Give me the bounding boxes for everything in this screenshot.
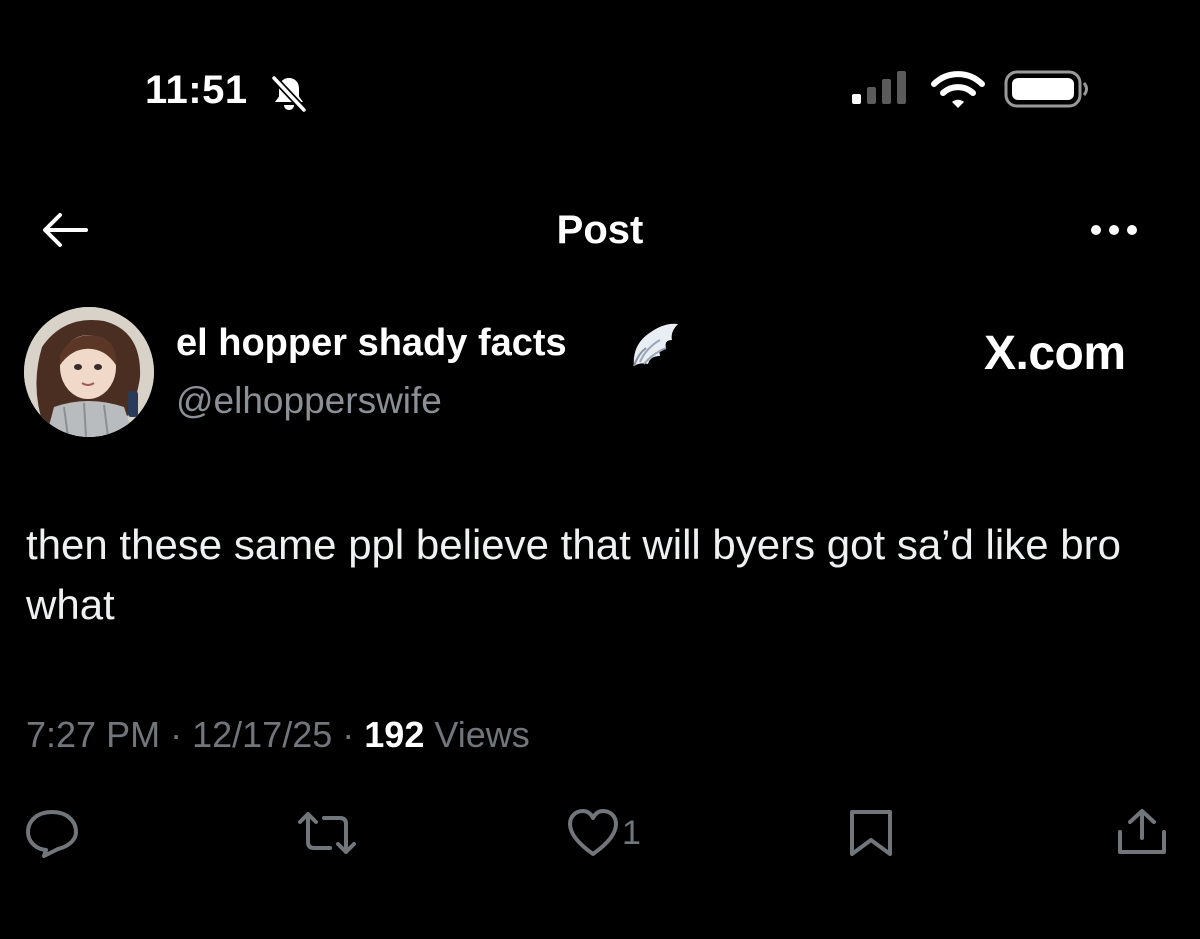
cellular-signal-icon <box>850 70 910 106</box>
more-icon[interactable] <box>1088 222 1140 238</box>
like-icon <box>568 809 618 856</box>
post-meta: 7:27 PM · 12/17/25 · 192 Views <box>26 714 530 756</box>
meta-separator: · <box>170 714 183 755</box>
reply-button[interactable] <box>22 808 82 858</box>
share-button[interactable] <box>1114 808 1170 858</box>
like-button[interactable]: 1 <box>566 808 676 858</box>
bell-slash-icon <box>268 74 310 114</box>
page-title: Post <box>556 208 644 252</box>
angel-wings-icon <box>626 318 684 376</box>
wifi-icon <box>930 70 986 110</box>
retweet-icon <box>298 812 356 854</box>
post-text: then these same ppl believe that will by… <box>26 521 1121 628</box>
meta-separator: · <box>342 714 355 755</box>
retweet-button[interactable] <box>294 808 360 858</box>
share-icon <box>1118 809 1166 854</box>
post-time: 7:27 PM <box>26 714 161 755</box>
reply-icon <box>26 810 78 858</box>
views-count: 192 <box>364 714 425 755</box>
author-name[interactable]: el hopper shady facts <box>176 322 567 365</box>
author-handle[interactable]: @elhopperswife <box>176 380 442 422</box>
like-count: 1 <box>622 814 641 852</box>
bookmark-icon <box>850 810 892 856</box>
post-date: 12/17/25 <box>192 714 333 755</box>
views-label: Views <box>434 714 530 755</box>
watermark: X.com <box>984 327 1126 380</box>
avatar[interactable] <box>24 307 154 437</box>
bookmark-button[interactable] <box>846 808 896 858</box>
battery-icon <box>1004 70 1092 108</box>
status-time: 11:51 <box>145 68 248 112</box>
